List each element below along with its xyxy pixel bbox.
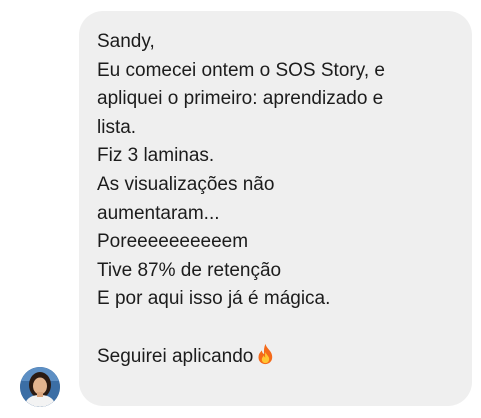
- message-line: aumentaram...: [97, 202, 220, 224]
- message-last-line: Seguirei aplicando: [97, 343, 452, 372]
- message-line: Tive 87% de retenção: [97, 259, 282, 281]
- message-line: Sandy,: [97, 31, 155, 52]
- message-line: As visualizações não: [97, 173, 275, 195]
- message-line: Eu comecei ontem o SOS Story, e: [97, 59, 385, 81]
- avatar-photo-icon: [20, 367, 60, 407]
- sender-avatar[interactable]: [20, 367, 60, 407]
- message-line: apliquei o primeiro: aprendizado e: [97, 88, 384, 110]
- message-line: Poreeeeeeeeeem: [97, 231, 249, 253]
- message-line: lista.: [97, 116, 137, 138]
- message-bubble[interactable]: Sandy, Eu comecei ontem o SOS Story, e a…: [79, 11, 472, 406]
- message-line: E por aqui isso já é mágica.: [97, 288, 331, 310]
- message-line-text: Seguirei aplicando: [97, 345, 254, 367]
- message-line: Fiz 3 laminas.: [97, 145, 215, 167]
- fire-emoji-icon: [258, 343, 273, 364]
